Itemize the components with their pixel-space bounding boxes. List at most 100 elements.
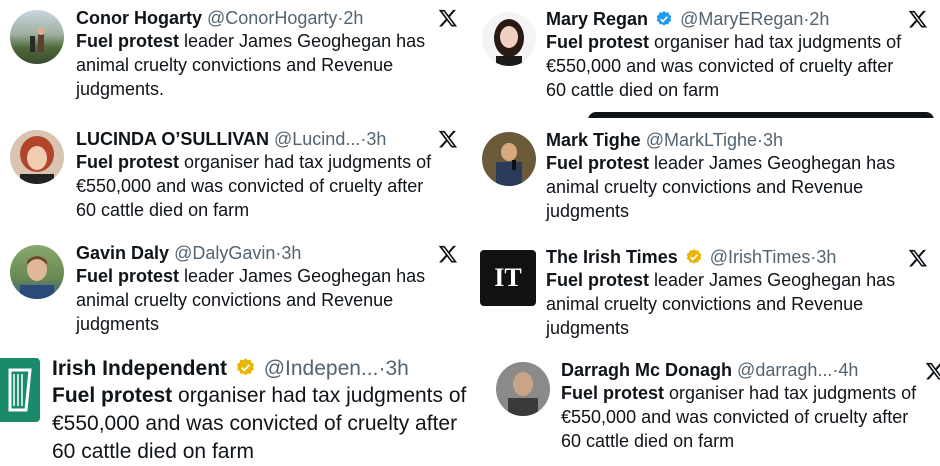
avatar-photo-icon <box>20 136 54 184</box>
tweet-text-line2: €550,000 and was convicted of cruelty af… <box>52 412 458 435</box>
author-name[interactable]: Mary Regan <box>546 9 648 29</box>
author-name[interactable]: LUCINDA O’SULLIVAN <box>76 129 269 149</box>
author-handle[interactable]: @darragh... <box>737 360 832 380</box>
tweet-text: Fuel protest organiser had tax judgments… <box>561 381 940 453</box>
author-handle[interactable]: @Indepen... <box>264 357 379 380</box>
avatar[interactable]: IT <box>480 250 536 306</box>
x-logo-icon[interactable] <box>908 248 928 268</box>
timestamp[interactable]: 3h <box>763 130 783 150</box>
x-logo-icon[interactable] <box>438 8 458 28</box>
tweet-text-line3: 60 cattle died on farm <box>546 80 720 100</box>
avatar-photo-icon <box>508 372 538 416</box>
author-handle[interactable]: @IrishTimes <box>710 247 811 267</box>
x-logo-icon[interactable] <box>438 244 458 264</box>
tweet-card[interactable]: Mary Regan @MaryERegan·2h Fuel protest o… <box>470 0 940 118</box>
avatar[interactable] <box>10 245 64 299</box>
timestamp[interactable]: 3h <box>281 243 301 263</box>
author-name[interactable]: Irish Independent <box>52 357 227 380</box>
tweet-header: Gavin Daly @DalyGavin·3h <box>76 242 456 264</box>
tweet-card[interactable]: IT The Irish Times @IrishTimes·3h Fuel p… <box>470 240 940 352</box>
author-name[interactable]: The Irish Times <box>546 247 678 267</box>
tweet-text-line3: 60 cattle died on farm <box>561 431 735 451</box>
timestamp[interactable]: 3h <box>366 129 386 149</box>
timestamp[interactable]: 3h <box>385 357 408 380</box>
media-preview-edge <box>588 112 934 118</box>
tweet-text-line2: €550,000 and was convicted of cruelty af… <box>76 176 424 196</box>
avatar[interactable] <box>482 12 536 66</box>
timestamp[interactable]: 4h <box>838 360 858 380</box>
avatar[interactable] <box>10 130 64 184</box>
avatar[interactable] <box>0 358 40 422</box>
tweet-content: Mary Regan @MaryERegan·2h Fuel protest o… <box>546 8 926 102</box>
tweet-content: Irish Independent @Indepen...·3h Fuel pr… <box>52 356 470 466</box>
timestamp[interactable]: 2h <box>809 9 829 29</box>
tweet-text-line1: leader James Geoghegan has <box>649 270 896 290</box>
avatar-photo-icon <box>30 27 45 52</box>
tweet-text-line2: €550,000 and was convicted of cruelty af… <box>561 407 909 427</box>
author-handle[interactable]: @MarkLTighe <box>646 130 757 150</box>
irish-times-logo: IT <box>494 263 522 292</box>
right-panel: Mary Regan @MaryERegan·2h Fuel protest o… <box>470 0 940 466</box>
tweet-text: Fuel protest leader James Geoghegan has … <box>76 29 456 101</box>
avatar[interactable] <box>496 362 550 416</box>
tweet-text-line1: leader James Geoghegan has <box>649 153 896 173</box>
avatar[interactable] <box>482 132 536 186</box>
tweet-text: Fuel protest organiser had tax judgments… <box>76 150 456 222</box>
tweet-bold-lead: Fuel protest <box>546 32 650 52</box>
timestamp[interactable]: 2h <box>343 8 363 28</box>
avatar-photo-icon <box>20 256 54 299</box>
author-handle[interactable]: @MaryERegan <box>680 9 803 29</box>
verified-badge-icon <box>686 249 702 264</box>
tweet-bold-lead: Fuel protest <box>546 153 650 173</box>
author-name[interactable]: Conor Hogarty <box>76 8 202 28</box>
tweet-header: Conor Hogarty @ConorHogarty·2h <box>76 7 456 29</box>
tweet-card[interactable]: Darragh Mc Donagh @darragh...·4h Fuel pr… <box>470 354 940 466</box>
tweet-header: Darragh Mc Donagh @darragh...·4h <box>561 359 940 381</box>
left-panel: Conor Hogarty @ConorHogarty·2h Fuel prot… <box>0 0 470 466</box>
tweet-text-line3: judgments <box>546 318 630 338</box>
tweet-text: Fuel protest leader James Geoghegan has … <box>546 268 926 340</box>
avatar[interactable] <box>10 10 64 64</box>
tweet-text-line2: €550,000 and was convicted of cruelty af… <box>546 56 894 76</box>
tweet-text-line1: organiser had tax judgments of <box>179 152 432 172</box>
tweet-text-line3: 60 cattle died on farm <box>76 200 250 220</box>
timestamp[interactable]: 3h <box>816 247 836 267</box>
tweet-text-line3: judgments <box>76 314 160 334</box>
tweet-card[interactable]: Conor Hogarty @ConorHogarty·2h Fuel prot… <box>0 0 470 115</box>
tweet-header: Mark Tighe @MarkLTighe·3h <box>546 129 926 151</box>
tweet-content: Darragh Mc Donagh @darragh...·4h Fuel pr… <box>561 359 940 453</box>
harp-logo-icon <box>8 368 32 412</box>
tweet-text-line1: organiser had tax judgments of <box>172 384 467 407</box>
tweet-header: Irish Independent @Indepen...·3h <box>52 356 470 382</box>
author-handle[interactable]: @Lucind... <box>274 129 360 149</box>
tweet-text: Fuel protest organiser had tax judgments… <box>52 382 470 466</box>
verified-badge-icon <box>236 358 254 376</box>
tweet-content: Mark Tighe @MarkLTighe·3h Fuel protest l… <box>546 129 926 223</box>
tweet-text-line3: judgments <box>546 201 630 221</box>
tweet-text-line3: 60 cattle died on farm <box>52 440 254 463</box>
tweet-card[interactable]: Gavin Daly @DalyGavin·3h Fuel protest le… <box>0 235 470 350</box>
x-logo-icon[interactable] <box>438 129 458 149</box>
author-name[interactable]: Mark Tighe <box>546 130 641 150</box>
x-logo-icon[interactable] <box>908 9 928 29</box>
tweet-bold-lead: Fuel protest <box>76 266 180 286</box>
x-logo-icon[interactable] <box>925 361 940 381</box>
author-handle[interactable]: @DalyGavin <box>174 243 275 263</box>
tweet-bold-lead: Fuel protest <box>561 383 665 403</box>
author-name[interactable]: Gavin Daly <box>76 243 169 263</box>
tweet-content: Conor Hogarty @ConorHogarty·2h Fuel prot… <box>76 7 456 101</box>
avatar-photo-icon <box>494 19 524 66</box>
tweet-content: The Irish Times @IrishTimes·3h Fuel prot… <box>546 246 926 340</box>
author-handle[interactable]: @ConorHogarty <box>207 8 337 28</box>
tweet-card[interactable]: Mark Tighe @MarkLTighe·3h Fuel protest l… <box>470 122 940 237</box>
tweet-text-line1: leader James Geoghegan has <box>179 31 426 51</box>
tweet-text-line1: leader James Geoghegan has <box>179 266 426 286</box>
author-name[interactable]: Darragh Mc Donagh <box>561 360 732 380</box>
tweet-content: Gavin Daly @DalyGavin·3h Fuel protest le… <box>76 242 456 336</box>
tweet-text-line2: animal cruelty convictions and Revenue <box>76 55 394 75</box>
avatar-photo-icon <box>496 143 522 186</box>
tweet-text: Fuel protest leader James Geoghegan has … <box>76 264 456 336</box>
tweet-card[interactable]: Irish Independent @Indepen...·3h Fuel pr… <box>0 350 470 466</box>
tweet-card[interactable]: LUCINDA O’SULLIVAN @Lucind...·3h Fuel pr… <box>0 120 470 235</box>
tweet-header: The Irish Times @IrishTimes·3h <box>546 246 926 268</box>
